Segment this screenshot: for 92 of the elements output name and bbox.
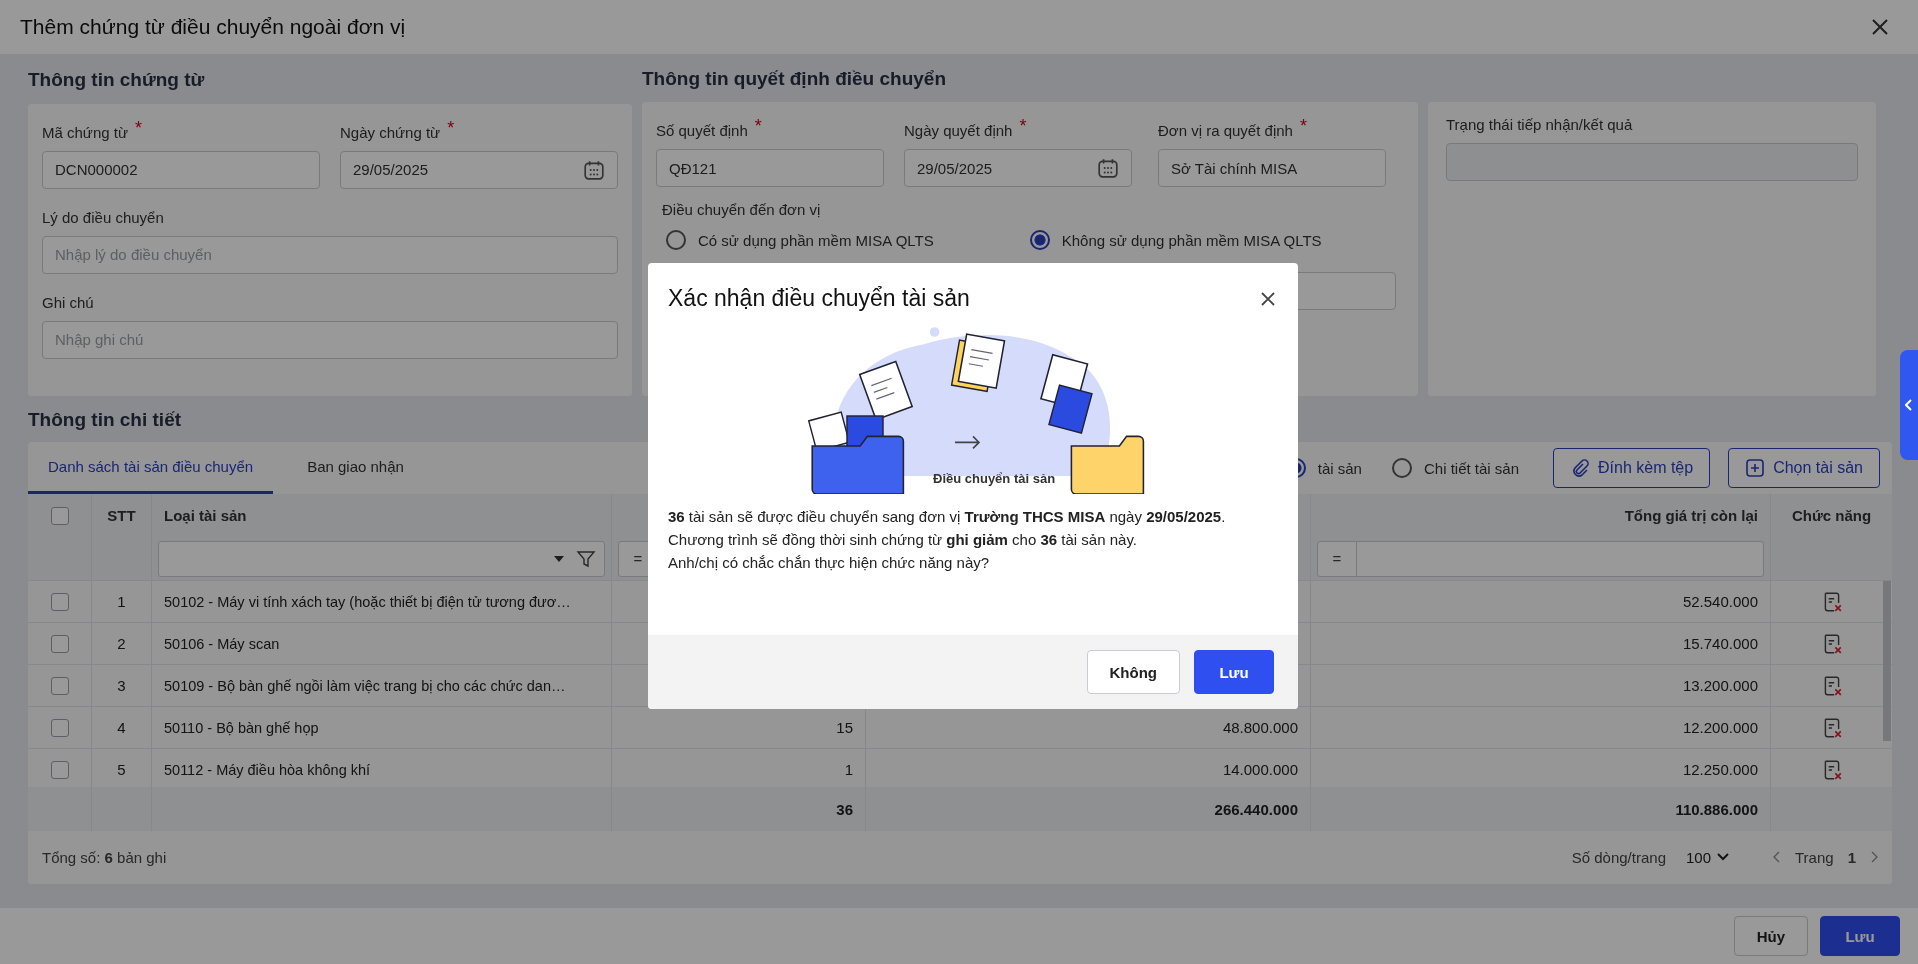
radio-label[interactable]: Chi tiết tài sản — [1423, 459, 1519, 477]
table-cell: 1 — [117, 593, 126, 610]
page-size-dropdown[interactable]: 100 — [1680, 847, 1735, 867]
table-cell: 48.800.000 — [1222, 719, 1298, 736]
dialog-button[interactable]: Không — [1086, 650, 1180, 694]
dialog-message: Chương trình sẽ đồng thời sinh chứng từ ghi giảm cho 36 tài sản này. — [668, 531, 1137, 548]
table-cell: 3 — [117, 677, 126, 694]
table-cell: 5 — [117, 761, 126, 778]
required-mark: * — [1299, 116, 1307, 137]
table-cell: 15.740.000 — [1682, 635, 1758, 652]
required-mark: * — [754, 116, 762, 137]
column-header: Chức năng — [1791, 507, 1872, 524]
filter-icon[interactable] — [576, 548, 596, 569]
dialog-button[interactable]: Lưu — [1194, 650, 1274, 694]
footer-button[interactable]: Hủy — [1733, 916, 1808, 956]
input-field[interactable]: Sở Tài chính MISA — [1158, 149, 1386, 187]
radio-label[interactable]: tài sản — [1317, 459, 1362, 477]
required-mark: * — [134, 117, 142, 139]
table-cell: 14.000.000 — [1222, 761, 1298, 778]
table-cell: 50110 - Bộ bàn ghế họp — [164, 719, 319, 736]
input-field[interactable]: 29/05/2025 — [340, 150, 618, 189]
table-cell: 52.540.000 — [1682, 593, 1758, 610]
window-title: Thêm chứng từ điều chuyển ngoài đơn vị — [20, 15, 407, 39]
table-cell: 12.250.000 — [1682, 761, 1758, 778]
toolbar-button[interactable]: Chọn tài sản — [1728, 448, 1880, 488]
tab[interactable]: Ban giao nhận — [287, 442, 424, 494]
input-field[interactable]: QĐ121 — [656, 149, 884, 187]
radio-button[interactable] — [666, 230, 686, 250]
caret-icon — [554, 555, 564, 562]
total-cell: 266.440.000 — [1214, 800, 1298, 818]
table-cell: 50106 - Máy scan — [164, 635, 280, 652]
checkbox[interactable] — [50, 592, 69, 611]
dialog-message: Anh/chị có chắc chắn thực hiện chức năng này? — [668, 554, 990, 571]
checkbox[interactable] — [50, 506, 69, 525]
dialog-title: Xác nhận điều chuyển tài sản — [668, 285, 970, 312]
table-cell: 12.200.000 — [1682, 719, 1758, 736]
section-title: Thông tin chi tiết — [28, 408, 182, 432]
page-size-label: Số dòng/trang — [1571, 848, 1666, 866]
toolbar-button[interactable]: Đính kèm tệp — [1553, 448, 1711, 488]
input-field[interactable]: 29/05/2025 — [904, 149, 1132, 187]
scrollbar[interactable] — [1883, 581, 1891, 741]
page-number[interactable]: 1 — [1847, 848, 1856, 866]
chevron-left-icon — [1905, 399, 1913, 411]
field-label: Ngày chứng từ — [340, 122, 441, 143]
total-cell: 110.886.000 — [1675, 800, 1758, 818]
table-cell: 13.200.000 — [1682, 677, 1758, 694]
next-page-icon[interactable] — [1870, 851, 1878, 863]
radio-label[interactable]: Không sử dụng phần mềm MISA QLTS — [1061, 231, 1322, 249]
section-title: Thông tin chứng từ — [28, 67, 205, 92]
table-cell: 2 — [117, 635, 126, 652]
radio-button[interactable] — [1029, 230, 1050, 250]
required-mark: * — [447, 117, 455, 139]
table-cell: 4 — [117, 719, 126, 736]
radio-button[interactable] — [1391, 458, 1412, 478]
column-header: Loại tài sản — [164, 507, 247, 524]
calendar-icon[interactable] — [583, 158, 605, 181]
table-cell: 50102 - Máy vi tính xách tay (hoặc thiết bị điện tử tương đươ… — [164, 593, 571, 610]
chevron-down-icon — [1717, 853, 1729, 861]
field-label: Ngày quyết định — [904, 121, 1013, 141]
field-label: Ghi chú — [42, 292, 94, 313]
field-label: Đơn vị ra quyết định — [1158, 121, 1293, 141]
field-label: Trạng thái tiếp nhận/kết quả — [1446, 115, 1633, 135]
section-title: Thông tin quyết định điều chuyển — [642, 67, 946, 91]
field-label: Số quyết định — [656, 121, 748, 141]
total-cell: 36 — [836, 800, 853, 818]
column-header: Tổng giá trị còn lại — [1624, 507, 1758, 524]
close-icon[interactable] — [1870, 17, 1890, 37]
table-cell: 1 — [844, 761, 853, 778]
page-label: Trang — [1795, 848, 1834, 866]
required-mark: * — [1019, 116, 1027, 137]
table-cell: 50112 - Máy điều hòa không khí — [164, 761, 371, 778]
footer-button[interactable]: Lưu — [1820, 916, 1900, 956]
plus-icon — [1745, 458, 1766, 478]
table-cell: 15 — [836, 719, 853, 736]
side-panel-toggle[interactable] — [1900, 350, 1918, 460]
previous-page-icon[interactable] — [1773, 851, 1781, 863]
checkbox[interactable] — [50, 760, 69, 779]
column-header: STT — [107, 507, 136, 524]
calendar-icon[interactable] — [1097, 157, 1119, 179]
field-label: Mã chứng từ — [42, 122, 128, 143]
radio-label[interactable]: Có sử dụng phần mềm MISA QLTS — [698, 231, 934, 249]
checkbox[interactable] — [50, 718, 69, 737]
record-count: Tổng số: 6 bản ghi — [42, 848, 167, 866]
field-label: Lý do điều chuyển — [42, 207, 164, 228]
illustration-caption: Điều chuyển tài sản — [933, 471, 1056, 486]
checkbox[interactable] — [50, 634, 69, 653]
dialog-message: 36 tài sản sẽ được điều chuyển sang đơn vị Trường THCS MISA ngày 29/05/2025. — [668, 508, 1226, 525]
paperclip-icon — [1570, 458, 1590, 478]
input-field[interactable]: DCN000002 — [42, 150, 320, 189]
field-label: Điều chuyển đến đơn vị — [662, 201, 821, 218]
checkbox[interactable] — [50, 676, 69, 695]
table-cell: 50109 - Bộ bàn ghế ngồi làm việc trang bị cho các chức dan… — [164, 677, 566, 694]
